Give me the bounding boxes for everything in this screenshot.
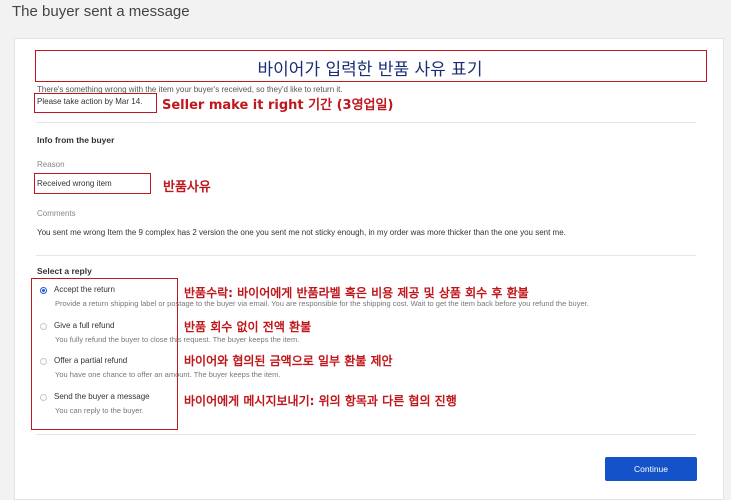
annotation-reason-note: 반품사유 bbox=[163, 180, 211, 195]
annotation-opt3-note: 바이어와 협의된 금액으로 일부 환불 제안 bbox=[184, 354, 393, 368]
accept-return-radio[interactable] bbox=[40, 287, 47, 294]
partial-refund-radio[interactable] bbox=[40, 358, 47, 365]
annotation-opt4-note: 바이어에게 메시지보내기: 위의 항목과 다른 협의 진행 bbox=[184, 394, 457, 408]
send-message-desc: You can reply to the buyer. bbox=[55, 406, 144, 415]
full-refund-desc: You fully refund the buyer to close this… bbox=[55, 335, 300, 344]
divider-1 bbox=[36, 122, 696, 123]
action-deadline: Please take action by Mar 14. bbox=[37, 97, 143, 106]
annotation-opt2-note: 반품 회수 없이 전액 환불 bbox=[184, 320, 312, 334]
annotation-title-note: 바이어가 입력한 반품 사유 표기 bbox=[257, 60, 483, 80]
divider-2 bbox=[36, 255, 696, 256]
buyer-info-title: Info from the buyer bbox=[37, 135, 115, 145]
divider-3 bbox=[36, 434, 696, 435]
send-message-label[interactable]: Send the buyer a message bbox=[54, 392, 150, 401]
comments-label: Comments bbox=[37, 209, 76, 218]
full-refund-label[interactable]: Give a full refund bbox=[54, 321, 114, 330]
partial-refund-desc: You have one chance to offer an amount. … bbox=[55, 370, 281, 379]
full-refund-radio[interactable] bbox=[40, 323, 47, 330]
reply-title: Select a reply bbox=[37, 266, 92, 276]
accept-return-label[interactable]: Accept the return bbox=[54, 285, 115, 294]
page-title: The buyer sent a message bbox=[12, 3, 190, 20]
partial-refund-label[interactable]: Offer a partial refund bbox=[54, 356, 127, 365]
comments-value: You sent me wrong Item the 9 complex has… bbox=[37, 228, 566, 237]
annotation-opt1-note: 반품수락: 바이어에게 반품라벨 혹은 비용 제공 및 상품 회수 후 환불 bbox=[184, 286, 529, 300]
reason-label: Reason bbox=[37, 160, 65, 169]
send-message-radio[interactable] bbox=[40, 394, 47, 401]
reason-value: Received wrong item bbox=[37, 179, 112, 188]
annotation-deadline-note: Seller make it right 기간 (3영업일) bbox=[162, 98, 394, 113]
continue-button[interactable]: Continue bbox=[605, 457, 697, 481]
